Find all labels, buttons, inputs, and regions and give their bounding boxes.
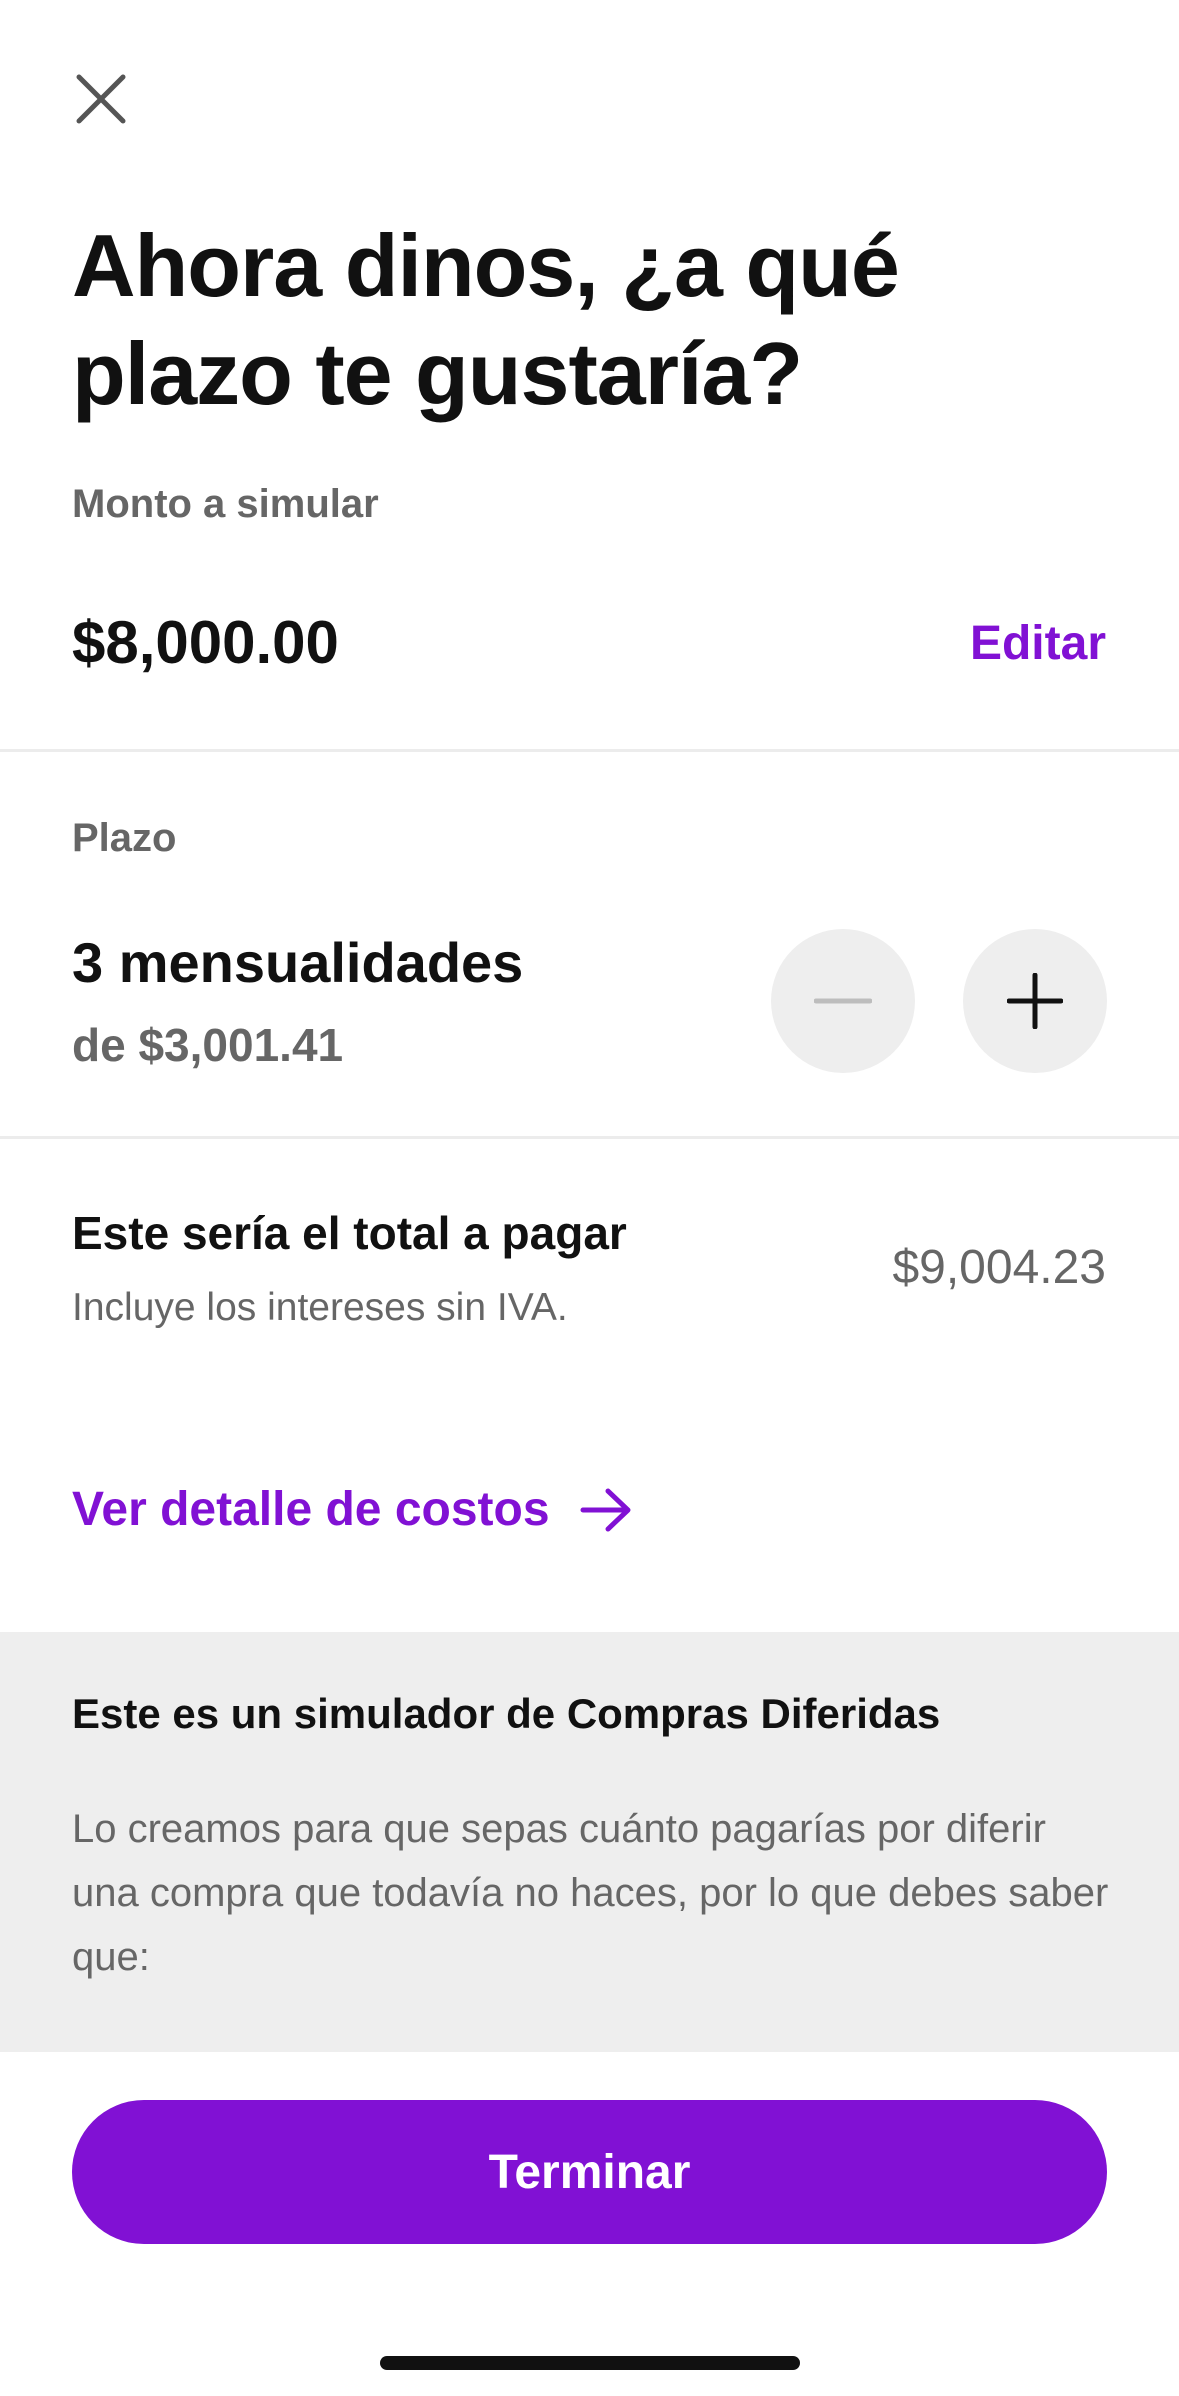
decrease-term-button[interactable] xyxy=(771,929,915,1073)
info-title: Este es un simulador de Compras Diferida… xyxy=(72,1690,941,1737)
monthly-payment: de $3,001.41 xyxy=(72,1019,344,1071)
close-icon xyxy=(76,74,126,124)
cost-detail-link[interactable]: Ver detalle de costos xyxy=(72,1482,632,1537)
section-divider xyxy=(0,749,1179,752)
finish-button[interactable]: Terminar xyxy=(72,2100,1107,2244)
edit-amount-link[interactable]: Editar xyxy=(970,616,1106,671)
close-button[interactable] xyxy=(62,60,140,138)
total-title: Este sería el total a pagar xyxy=(72,1207,627,1259)
minus-icon xyxy=(814,997,872,1005)
increase-term-button[interactable] xyxy=(963,929,1107,1073)
arrow-right-icon xyxy=(580,1487,632,1533)
section-divider xyxy=(0,1136,1179,1139)
home-indicator xyxy=(380,2356,800,2370)
term-count: 3 mensualidades xyxy=(72,931,524,994)
info-body: Lo creamos para que sepas cuánto pagaría… xyxy=(72,1807,1109,1979)
amount-label: Monto a simular xyxy=(72,482,379,526)
total-value: $9,004.23 xyxy=(892,1241,1106,1294)
plus-icon xyxy=(1007,973,1063,1029)
amount-value: $8,000.00 xyxy=(72,609,339,676)
cost-detail-label: Ver detalle de costos xyxy=(72,1483,550,1536)
total-subtitle: Incluye los intereses sin IVA. xyxy=(72,1286,568,1329)
term-label: Plazo xyxy=(72,816,177,860)
page-title: Ahora dinos, ¿a qué plazo te gustaría? xyxy=(72,216,900,423)
